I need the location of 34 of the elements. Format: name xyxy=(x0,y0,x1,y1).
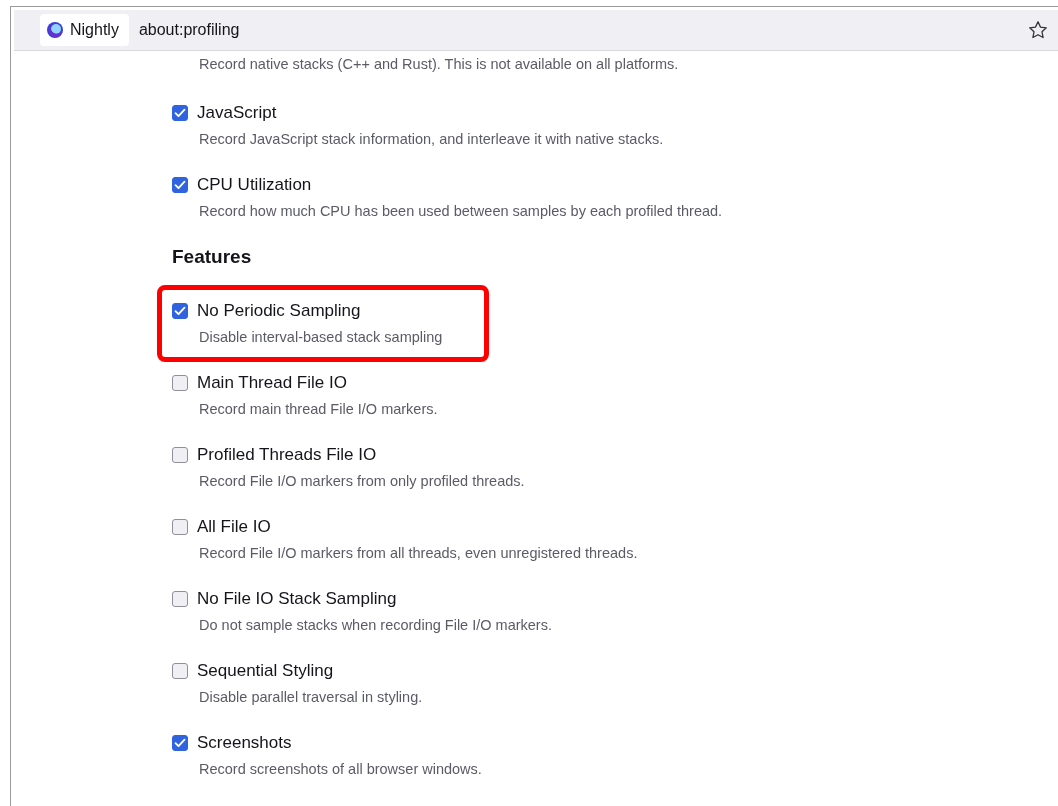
checkbox[interactable] xyxy=(172,591,188,607)
option-description: Record screenshots of all browser windows. xyxy=(199,760,482,779)
option-description: Record how much CPU has been used between samples by each profiled thread. xyxy=(199,202,723,221)
option-description: Disable parallel traversal in styling. xyxy=(199,688,423,707)
checkbox[interactable] xyxy=(172,177,188,193)
checkbox[interactable] xyxy=(172,735,188,751)
option-label[interactable]: CPU Utilization xyxy=(197,175,312,195)
checkbox[interactable] xyxy=(172,447,188,463)
option-description: Record File I/O markers from only profiled threads. xyxy=(199,472,525,491)
checkbox[interactable] xyxy=(172,375,188,391)
option-description: Record File I/O markers from all threads, even unregistered threads. xyxy=(199,544,638,563)
option-label[interactable]: Screenshots xyxy=(197,733,292,753)
option-label[interactable]: All File IO xyxy=(197,517,271,537)
url-text[interactable]: about:profiling xyxy=(138,21,240,39)
checkbox[interactable] xyxy=(172,105,188,121)
option-label[interactable]: No Periodic Sampling xyxy=(197,301,361,321)
option-label[interactable]: Profiled Threads File IO xyxy=(197,445,377,465)
option-label[interactable]: Sequential Styling xyxy=(197,661,334,681)
checkbox[interactable] xyxy=(172,303,188,319)
option-description: Record main thread File I/O markers. xyxy=(199,400,438,419)
option-label[interactable]: Main Thread File IO xyxy=(197,373,347,393)
option-description: Record native stacks (C++ and Rust). This is not available on all platforms. xyxy=(199,55,680,74)
option-label[interactable]: JavaScript xyxy=(197,103,277,123)
option-description: Record JavaScript stack information, and interleave it with native stacks. xyxy=(199,130,664,149)
star-icon[interactable] xyxy=(1028,20,1048,40)
option-label[interactable]: No File IO Stack Sampling xyxy=(197,589,397,609)
browser-logo-icon xyxy=(46,21,64,39)
section-heading: Features xyxy=(172,246,253,269)
identity-label: Nightly xyxy=(70,21,119,39)
identity-button[interactable]: Nightly xyxy=(40,14,129,46)
checkbox[interactable] xyxy=(172,663,188,679)
option-description: Do not sample stacks when recording File I/O markers. xyxy=(199,616,552,635)
option-description: Disable interval-based stack sampling xyxy=(199,328,443,347)
checkbox[interactable] xyxy=(172,519,188,535)
